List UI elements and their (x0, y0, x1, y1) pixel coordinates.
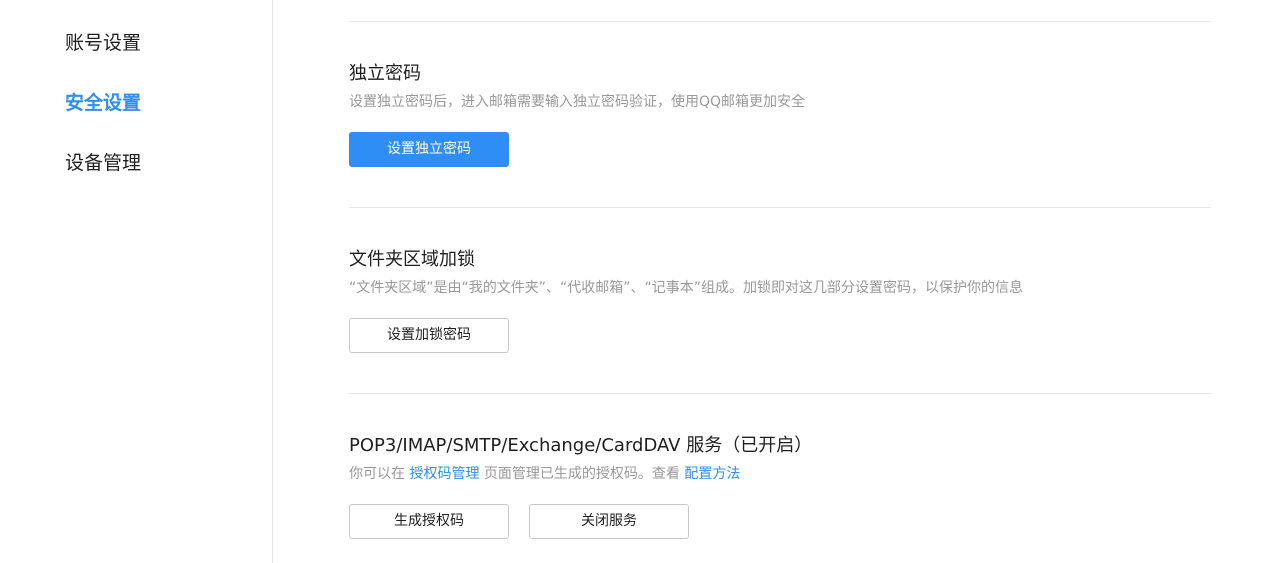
pop3-service-title: POP3/IMAP/SMTP/Exchange/CardDAV 服务（已开启） (349, 435, 813, 456)
auth-code-management-link[interactable]: 授权码管理 (409, 466, 479, 482)
section-divider (349, 21, 1211, 22)
set-lock-password-button[interactable]: 设置加锁密码 (349, 318, 509, 353)
pop3-service-description: 你可以在 授权码管理 页面管理已生成的授权码。查看 配置方法 (349, 464, 740, 484)
sidebar-item-device-management[interactable]: 设备管理 (65, 151, 141, 175)
folder-lock-description: “文件夹区域”是由“我的文件夹”、“代收邮箱”、“记事本”组成。加锁即对这几部分… (349, 280, 1024, 296)
close-service-button[interactable]: 关闭服务 (529, 504, 689, 539)
settings-sidebar: 账号设置 安全设置 设备管理 (0, 0, 273, 563)
sidebar-item-account-settings[interactable]: 账号设置 (65, 31, 141, 55)
section-divider (349, 393, 1211, 394)
independent-password-description: 设置独立密码后，进入邮箱需要输入独立密码验证，使用QQ邮箱更加安全 (349, 94, 806, 110)
folder-lock-title: 文件夹区域加锁 (349, 249, 475, 270)
independent-password-title: 独立密码 (349, 63, 421, 84)
pop3-desc-prefix: 你可以在 (349, 466, 410, 482)
pop3-desc-middle: 页面管理已生成的授权码。查看 (479, 466, 685, 482)
security-settings-panel: 独立密码 设置独立密码后，进入邮箱需要输入独立密码验证，使用QQ邮箱更加安全 设… (349, 0, 1211, 563)
section-divider (349, 207, 1211, 208)
set-independent-password-button[interactable]: 设置独立密码 (349, 132, 509, 167)
config-method-link[interactable]: 配置方法 (684, 466, 740, 482)
settings-page: 账号设置 安全设置 设备管理 独立密码 设置独立密码后，进入邮箱需要输入独立密码… (0, 0, 1285, 563)
sidebar-item-security-settings[interactable]: 安全设置 (65, 91, 141, 115)
generate-auth-code-button[interactable]: 生成授权码 (349, 504, 509, 539)
